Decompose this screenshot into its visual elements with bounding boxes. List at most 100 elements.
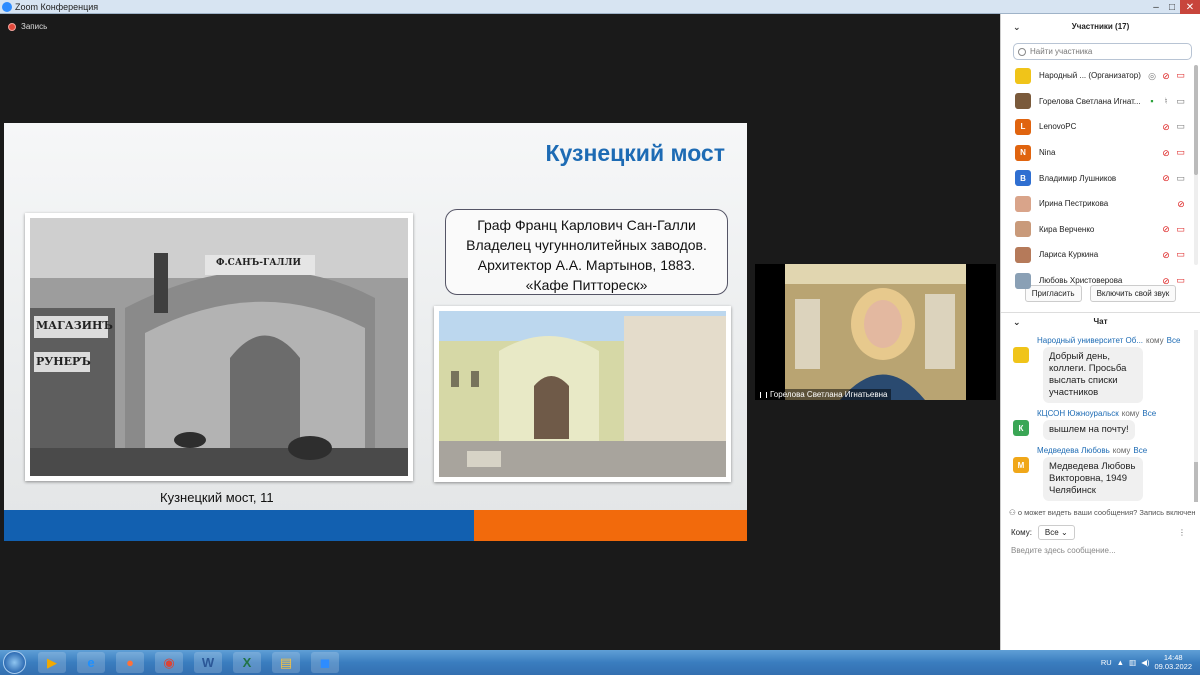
- participant-row[interactable]: N Nina ⊘ ▭: [1001, 140, 1200, 166]
- people-icon: ⚇: [1009, 508, 1018, 517]
- firefox-icon[interactable]: ●: [116, 652, 144, 673]
- signal-icon: [760, 391, 767, 398]
- participant-row[interactable]: Горелова Светлана Игнат... ▪ ♮ ▭: [1001, 89, 1200, 115]
- participants-list: Народный ... (Организатор) ◎ ⊘ ▭ Горелова …: [1001, 63, 1200, 289]
- chat-recipient-bar: Кому: Все ⌄ ⋮: [1001, 517, 1200, 540]
- ie-icon[interactable]: e: [77, 652, 105, 673]
- chevron-down-icon[interactable]: ⌄: [1013, 14, 1021, 40]
- message-sender[interactable]: Народный университет Об...: [1037, 336, 1143, 345]
- participant-row[interactable]: Ирина Пестрикова ⊘: [1001, 191, 1200, 217]
- speaker-video[interactable]: Горелова Светлана Игнатьевна: [755, 264, 996, 400]
- word-icon[interactable]: W: [194, 652, 222, 673]
- mic-muted-icon[interactable]: ⊘: [1161, 276, 1171, 286]
- modern-photo-image: [439, 311, 726, 477]
- tray-arrow-icon[interactable]: ▲: [1117, 658, 1124, 667]
- info-line-2: Владелец чугуннолитейных заводов.: [466, 237, 707, 253]
- recording-indicator: Запись: [8, 22, 47, 31]
- participant-row[interactable]: Народный ... (Организатор) ◎ ⊘ ▭: [1001, 63, 1200, 89]
- participant-avatar: В: [1015, 170, 1031, 187]
- chat-message: КЦСОН Южноуральск кому Все Квышлем на почт…: [1001, 409, 1200, 440]
- participant-row[interactable]: Лариса Куркина ⊘ ▭: [1001, 242, 1200, 268]
- message-text: Медведева Любовь Викторовна, 1949 Челяби…: [1043, 457, 1143, 501]
- participants-scrollbar[interactable]: [1194, 65, 1198, 265]
- slide-footer-blue: [4, 510, 474, 541]
- chevron-down-icon: ⌄: [1060, 528, 1068, 537]
- participant-name: Nina: [1039, 148, 1056, 158]
- mic-muted-icon[interactable]: ⊘: [1161, 148, 1171, 158]
- participant-name: LenovoPC: [1039, 122, 1077, 132]
- participant-name: Ирина Пестрикова: [1039, 199, 1109, 209]
- mic-muted-icon[interactable]: ⊘: [1161, 224, 1171, 234]
- window-controls: – □ ✕: [1148, 0, 1200, 14]
- participant-name: Народный ... (Организатор): [1039, 71, 1141, 81]
- chevron-down-icon[interactable]: ⌄: [1013, 313, 1021, 331]
- clock[interactable]: 14:48 09.03.2022: [1154, 653, 1192, 671]
- network-icon[interactable]: ▥: [1129, 658, 1136, 667]
- language-indicator[interactable]: RU: [1101, 658, 1112, 667]
- chat-input[interactable]: Введите здесь сообщение...: [1001, 540, 1200, 555]
- message-text: вышлем на почту!: [1043, 420, 1135, 440]
- close-button[interactable]: ✕: [1180, 0, 1200, 14]
- camera-off-icon[interactable]: ▭: [1175, 250, 1186, 259]
- info-line-4: «Кафе Питтореск»: [525, 277, 648, 293]
- slide-footer-orange: [474, 510, 747, 541]
- camera-icon[interactable]: ▭: [1175, 96, 1186, 106]
- volume-icon[interactable]: ◀): [1141, 658, 1149, 667]
- participant-name: Любовь Христоверова: [1039, 276, 1123, 286]
- old-sign-magazin: МАГАЗИНЪ: [36, 319, 113, 332]
- camera-off-icon[interactable]: ▭: [1175, 148, 1186, 157]
- mic-muted-icon[interactable]: ⊘: [1161, 250, 1171, 260]
- participant-row[interactable]: Любовь Христоверова ⊘ ▭: [1001, 268, 1200, 294]
- slide-caption: Кузнецкий мост, 11: [160, 490, 274, 505]
- record-icon: [8, 22, 16, 31]
- excel-icon[interactable]: X: [233, 652, 261, 673]
- more-options-icon[interactable]: ⋮: [1178, 528, 1186, 537]
- zoom-icon[interactable]: ◼: [311, 652, 339, 673]
- camera-icon[interactable]: ▭: [1175, 122, 1186, 131]
- shared-slide: Кузнецкий мост МАГАЗИНЪ РУНЕРЪ Ф.САНЪ-ГА…: [4, 123, 747, 541]
- message-sender[interactable]: Медведева Любовь: [1037, 446, 1110, 455]
- mic-muted-icon[interactable]: ⊘: [1176, 199, 1186, 209]
- message-recipient: Все: [1142, 409, 1157, 418]
- sender-avatar: К: [1013, 420, 1029, 436]
- start-button[interactable]: [3, 651, 26, 674]
- info-line-1: Граф Франц Карлович Сан-Галли: [477, 217, 696, 233]
- camera-off-icon[interactable]: ▭: [1175, 71, 1186, 80]
- camera-off-icon[interactable]: ▭: [1175, 276, 1186, 285]
- mic-muted-icon[interactable]: ⊘: [1161, 173, 1171, 183]
- mic-muted-icon[interactable]: ⊘: [1161, 71, 1171, 81]
- clock-time: 14:48: [1163, 653, 1183, 662]
- mic-muted-icon[interactable]: ⊘: [1161, 122, 1171, 132]
- maximize-button[interactable]: □: [1164, 0, 1180, 14]
- minimize-button[interactable]: –: [1148, 0, 1164, 14]
- message-sender[interactable]: КЦСОН Южноуральск: [1037, 409, 1119, 418]
- participant-row[interactable]: L LenovoPC ⊘ ▭: [1001, 114, 1200, 140]
- chat-message: Медведева Любовь кому Все М Медведева Любов…: [1001, 446, 1200, 501]
- message-recipient: Все: [1166, 336, 1181, 345]
- message-text: Добрый день, коллеги. Просьба выслать сп…: [1043, 347, 1143, 403]
- participant-search-input[interactable]: Найти участника: [1013, 43, 1192, 60]
- slide-info-box: Граф Франц Карлович Сан-Галли Владелец ч…: [445, 209, 728, 295]
- slide-title: Кузнецкий мост: [545, 140, 725, 166]
- chat-privacy-notice[interactable]: ⚇ о может видеть ваши сообщения? Запись …: [1001, 502, 1200, 517]
- participant-row[interactable]: Кира Верченко ⊘ ▭: [1001, 217, 1200, 243]
- participant-row[interactable]: В Владимир Лушников ⊘ ▭: [1001, 165, 1200, 191]
- mic-icon[interactable]: ♮: [1161, 96, 1171, 106]
- chat-scrollbar[interactable]: [1194, 330, 1198, 502]
- meeting-area: Запись Кузнецкий мост МАГАЗИНЪ РУНЕРЪ Ф.…: [0, 14, 1000, 650]
- video-name: Горелова Светлана Игнатьевна: [770, 390, 888, 399]
- to-label: Кому:: [1011, 528, 1032, 537]
- chat-header: ⌄ Чат: [1001, 312, 1200, 330]
- participant-name: Кира Верченко: [1039, 224, 1095, 234]
- recipient-select[interactable]: Все ⌄: [1037, 525, 1075, 540]
- camera-icon[interactable]: ▭: [1175, 173, 1186, 183]
- media-player-icon[interactable]: ▶: [38, 652, 66, 673]
- recording-label: Запись: [21, 22, 48, 31]
- camera-off-icon[interactable]: ▭: [1175, 224, 1186, 234]
- sender-avatar: М: [1013, 457, 1029, 473]
- explorer-icon[interactable]: ▤: [272, 652, 300, 673]
- participant-name: Владимир Лушников: [1039, 173, 1117, 183]
- search-icon: [1018, 47, 1026, 56]
- chrome-icon[interactable]: ◉: [155, 652, 183, 673]
- speaker-video-frame: [785, 264, 966, 400]
